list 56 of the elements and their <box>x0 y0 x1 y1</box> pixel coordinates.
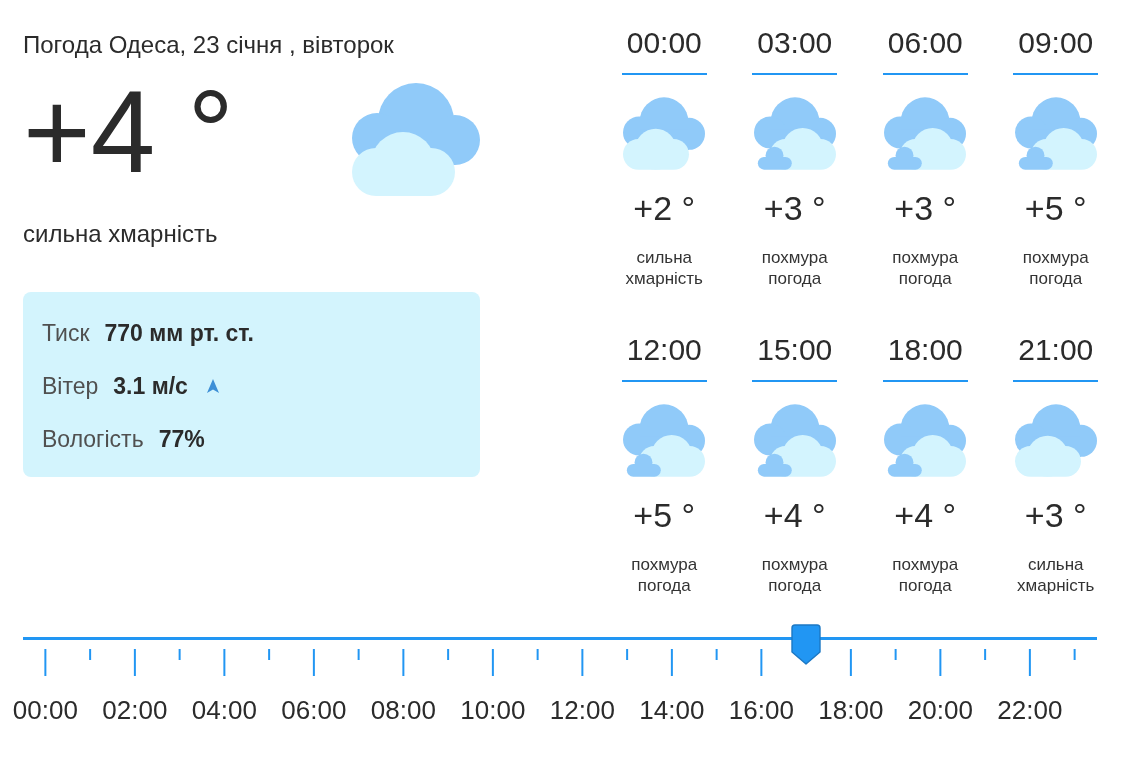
time-label: 18:00 <box>818 696 884 724</box>
time-label: 00:00 <box>12 696 78 724</box>
time-label: 16:00 <box>728 696 794 724</box>
hour-temperature: +4 ° <box>894 498 957 532</box>
time-label: 10:00 <box>460 696 526 724</box>
clouds-icon <box>753 97 836 170</box>
detail-value: 770 мм рт. ст. <box>104 320 254 346</box>
time-label: 12:00 <box>549 696 615 724</box>
hour-time: 03:00 <box>757 28 833 58</box>
arrow-icon <box>206 379 219 393</box>
hour-description: похмура погода <box>891 247 960 289</box>
cloud-icon <box>1014 404 1097 477</box>
hour-description: похмура погода <box>630 554 699 596</box>
clouds-icon <box>753 404 836 477</box>
hour-temperature: +4 ° <box>763 498 826 532</box>
clouds-icon <box>1014 97 1097 170</box>
hour-description: похмура погода <box>760 554 829 596</box>
hour-temperature: +3 ° <box>894 191 957 225</box>
time-label: 14:00 <box>639 696 705 724</box>
hour-description: сильна хмарність <box>624 247 704 289</box>
hour-time: 21:00 <box>1018 335 1094 365</box>
hour-time: 09:00 <box>1018 28 1094 58</box>
current-description: сильна хмарність <box>23 221 218 247</box>
hour-description: похмура погода <box>891 554 960 596</box>
time-label: 04:00 <box>191 696 257 724</box>
hour-time: 00:00 <box>626 28 702 58</box>
hour-temperature: +5 ° <box>1024 191 1087 225</box>
detail-label: Тиск <box>42 320 90 346</box>
hour-temperature: +2 ° <box>633 191 696 225</box>
hour-temperature: +3 ° <box>1024 498 1087 532</box>
hour-temperature: +3 ° <box>763 191 826 225</box>
current-temperature: +4 ° <box>23 73 234 191</box>
time-label: 06:00 <box>281 696 347 724</box>
hour-temperature: +5 ° <box>633 498 696 532</box>
time-label: 20:00 <box>907 696 973 724</box>
hour-description: похмура погода <box>1021 247 1090 289</box>
time-label: 02:00 <box>102 696 168 724</box>
cloud-icon <box>623 97 706 170</box>
clouds-icon <box>623 404 706 477</box>
hour-time: 18:00 <box>887 335 963 365</box>
hour-time: 15:00 <box>757 335 833 365</box>
page-title: Погода Одеса, 23 січня , вівторок <box>23 32 394 58</box>
clouds-icon <box>884 97 967 170</box>
hour-time: 12:00 <box>626 335 702 365</box>
detail-value: 77% <box>158 426 205 452</box>
detail-label: Вітер <box>42 373 99 399</box>
slider-handle[interactable] <box>790 624 821 665</box>
detail-label: Вологість <box>42 426 144 452</box>
detail-value: 3.1 м/с <box>113 373 188 399</box>
time-label: 08:00 <box>370 696 436 724</box>
hour-description: похмура погода <box>760 247 829 289</box>
hour-time: 06:00 <box>887 28 963 58</box>
hour-description: сильна хмарність <box>1016 554 1096 596</box>
time-label: 22:00 <box>997 696 1063 724</box>
clouds-icon <box>884 404 967 477</box>
cloud-icon <box>352 83 480 196</box>
